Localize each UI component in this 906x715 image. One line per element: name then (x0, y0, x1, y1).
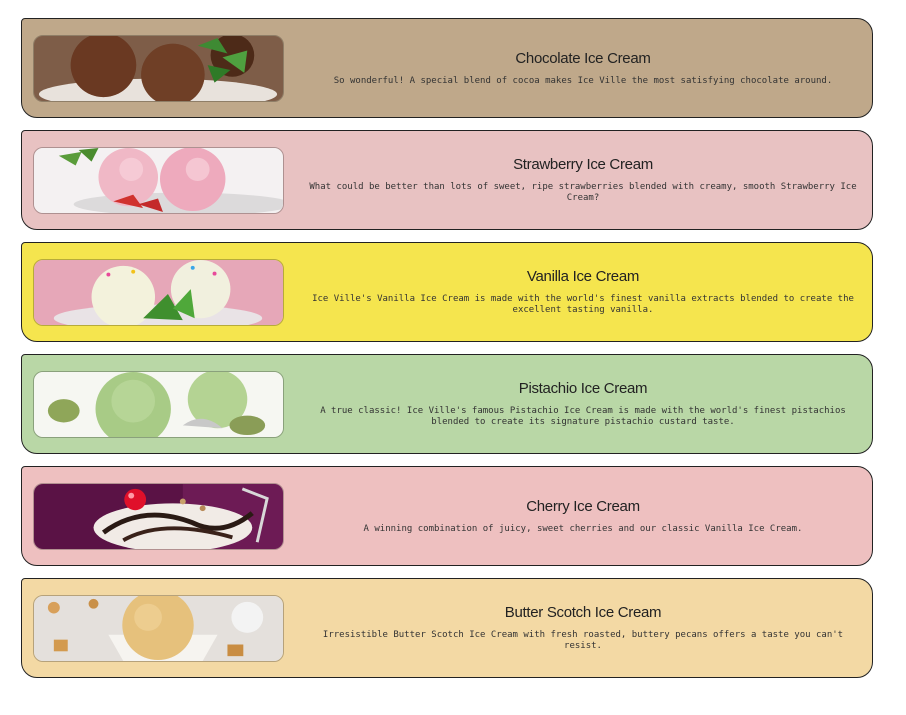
flavor-card-butter-scotch[interactable]: Butter Scotch Ice Cream Irresistible But… (21, 578, 873, 678)
flavor-title: Pistachio Ice Cream (518, 380, 648, 397)
flavor-card-cherry[interactable]: Cherry Ice Cream A winning combination o… (21, 466, 873, 566)
flavor-description: A true classic! Ice Ville's famous Pista… (320, 406, 846, 427)
flavor-card-strawberry[interactable]: Strawberry Ice Cream What could be bette… (21, 130, 873, 230)
flavor-card-text: Strawberry Ice Cream What could be bette… (302, 131, 864, 229)
flavor-description: So wonderful! A special blend of cocoa m… (333, 75, 833, 86)
flavor-description: Ice Ville's Vanilla Ice Cream is made wi… (312, 294, 854, 315)
chocolate-ice-cream-image (33, 35, 284, 102)
cherry-sundae-image (33, 483, 284, 550)
flavor-card-text: Pistachio Ice Cream A true classic! Ice … (302, 355, 864, 453)
strawberry-ice-cream-image (33, 147, 284, 214)
flavor-description: A winning combination of juicy, sweet ch… (363, 523, 803, 534)
flavor-title: Chocolate Ice Cream (515, 49, 651, 67)
flavor-card-pistachio[interactable]: Pistachio Ice Cream A true classic! Ice … (21, 354, 873, 454)
flavor-card-text: Vanilla Ice Cream Ice Ville's Vanilla Ic… (302, 243, 864, 341)
pistachio-ice-cream-image (33, 371, 284, 438)
vanilla-ice-cream-image (33, 259, 284, 326)
flavor-title: Cherry Ice Cream (526, 497, 640, 515)
flavor-card-text: Butter Scotch Ice Cream Irresistible But… (302, 579, 864, 677)
flavor-card-text: Chocolate Ice Cream So wonderful! A spec… (302, 19, 864, 117)
flavor-title: Strawberry Ice Cream (513, 156, 653, 173)
ice-cream-list: Chocolate Ice Cream So wonderful! A spec… (0, 0, 906, 715)
flavor-title: Vanilla Ice Cream (526, 268, 640, 285)
flavor-description: Irresistible Butter Scotch Ice Cream wit… (322, 630, 844, 651)
flavor-card-chocolate[interactable]: Chocolate Ice Cream So wonderful! A spec… (21, 18, 873, 118)
flavor-title: Butter Scotch Ice Cream (504, 604, 662, 621)
flavor-description: What could be better than lots of sweet,… (309, 182, 857, 203)
butter-scotch-ice-cream-image (33, 595, 284, 662)
flavor-card-text: Cherry Ice Cream A winning combination o… (302, 467, 864, 565)
flavor-card-vanilla[interactable]: Vanilla Ice Cream Ice Ville's Vanilla Ic… (21, 242, 873, 342)
